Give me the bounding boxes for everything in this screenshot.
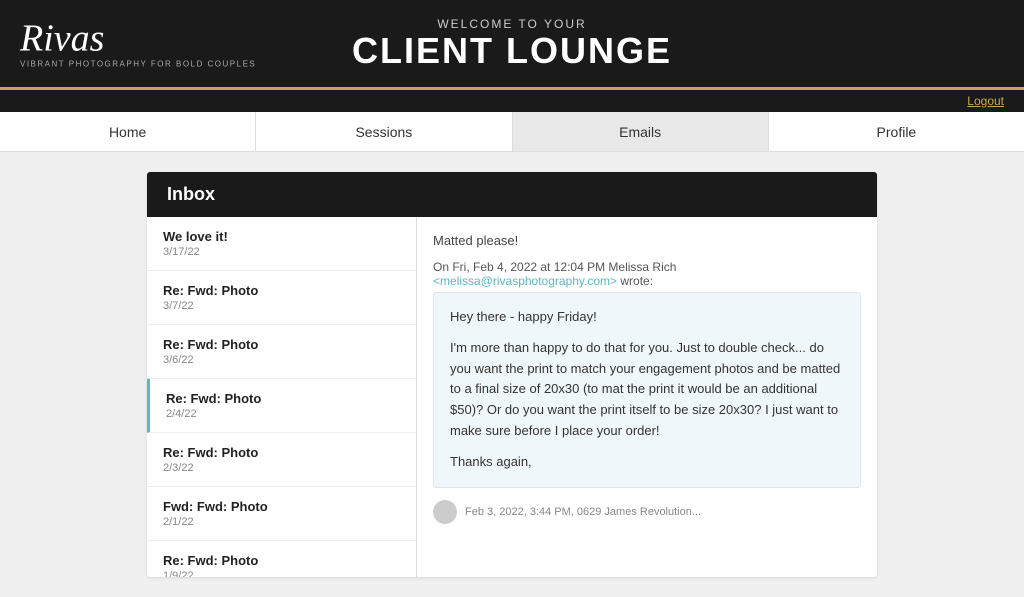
email-list-item[interactable]: Fwd: Fwd: Photo 2/1/22 [147,487,416,541]
email-date: 3/17/22 [163,246,400,258]
nav-profile[interactable]: Profile [769,112,1024,151]
email-date: 2/1/22 [163,516,400,528]
email-list-item[interactable]: Re: Fwd: Photo 2/3/22 [147,433,416,487]
quoted-wrote: wrote: [617,274,653,288]
email-list-item[interactable]: We love it! 3/17/22 [147,217,416,271]
email-list-item[interactable]: Re: Fwd: Photo 3/6/22 [147,325,416,379]
welcome-main: CLIENT LOUNGE [352,31,672,71]
email-date: 3/6/22 [163,354,400,366]
quoted-email[interactable]: <melissa@rivasphotography.com> [433,274,617,288]
logout-link[interactable]: Logout [967,94,1004,108]
email-date: 2/3/22 [163,462,400,474]
inbox-header: Inbox [147,172,877,217]
email-list-item[interactable]: Re: Fwd: Photo 2/4/22 [147,379,416,433]
avatar [433,500,457,524]
email-body-card: Hey there - happy Friday! I'm more than h… [433,292,861,488]
email-date: 1/9/22 [163,570,400,577]
email-body-paragraph: Thanks again, [450,452,844,473]
email-top-label: Matted please! [433,233,861,248]
email-list-item[interactable]: Re: Fwd: Photo 3/7/22 [147,271,416,325]
email-list-item[interactable]: Re: Fwd: Photo 1/9/22 [147,541,416,577]
nav-emails[interactable]: Emails [513,112,769,151]
email-date: 2/4/22 [166,408,400,420]
email-subject: Fwd: Fwd: Photo [163,499,400,514]
header: Rivas VIBRANT PHOTOGRAPHY FOR BOLD COUPL… [0,0,1024,90]
footer-snippet-text: Feb 3, 2022, 3:44 PM, 0629 James Revolut… [465,506,701,518]
logo: Rivas VIBRANT PHOTOGRAPHY FOR BOLD COUPL… [20,19,256,68]
logo-text: Rivas [20,19,256,57]
quoted-header-text: On Fri, Feb 4, 2022 at 12:04 PM Melissa … [433,260,676,274]
email-date: 3/7/22 [163,300,400,312]
nav-sessions[interactable]: Sessions [256,112,512,151]
email-footer: Feb 3, 2022, 3:44 PM, 0629 James Revolut… [433,500,861,524]
welcome-top: WELCOME TO YOUR [352,17,672,31]
email-subject: Re: Fwd: Photo [163,337,400,352]
email-subject: Re: Fwd: Photo [166,391,400,406]
email-subject: Re: Fwd: Photo [163,445,400,460]
email-subject: We love it! [163,229,400,244]
nav: Home Sessions Emails Profile [0,112,1024,152]
header-title: WELCOME TO YOUR CLIENT LOUNGE [352,17,672,71]
inbox-body: We love it!3/17/22Re: Fwd: Photo3/7/22Re… [147,217,877,577]
quoted-header: On Fri, Feb 4, 2022 at 12:04 PM Melissa … [433,260,861,288]
logo-tagline: VIBRANT PHOTOGRAPHY FOR BOLD COUPLES [20,59,256,68]
email-body-paragraph: I'm more than happy to do that for you. … [450,338,844,442]
email-detail: Matted please! On Fri, Feb 4, 2022 at 12… [417,217,877,577]
main-content: Inbox We love it! 3/17/22 Re: Fwd: Photo 3/… [0,152,1024,597]
email-subject: Re: Fwd: Photo [163,283,400,298]
logout-bar: Logout [0,90,1024,112]
email-subject: Re: Fwd: Photo [163,553,400,568]
nav-home[interactable]: Home [0,112,256,151]
email-body-paragraph: Hey there - happy Friday! [450,307,844,328]
inbox-container: Inbox We love it! 3/17/22 Re: Fwd: Photo 3/… [147,172,877,577]
email-list: We love it!3/17/22Re: Fwd: Photo3/7/22Re… [147,217,417,577]
